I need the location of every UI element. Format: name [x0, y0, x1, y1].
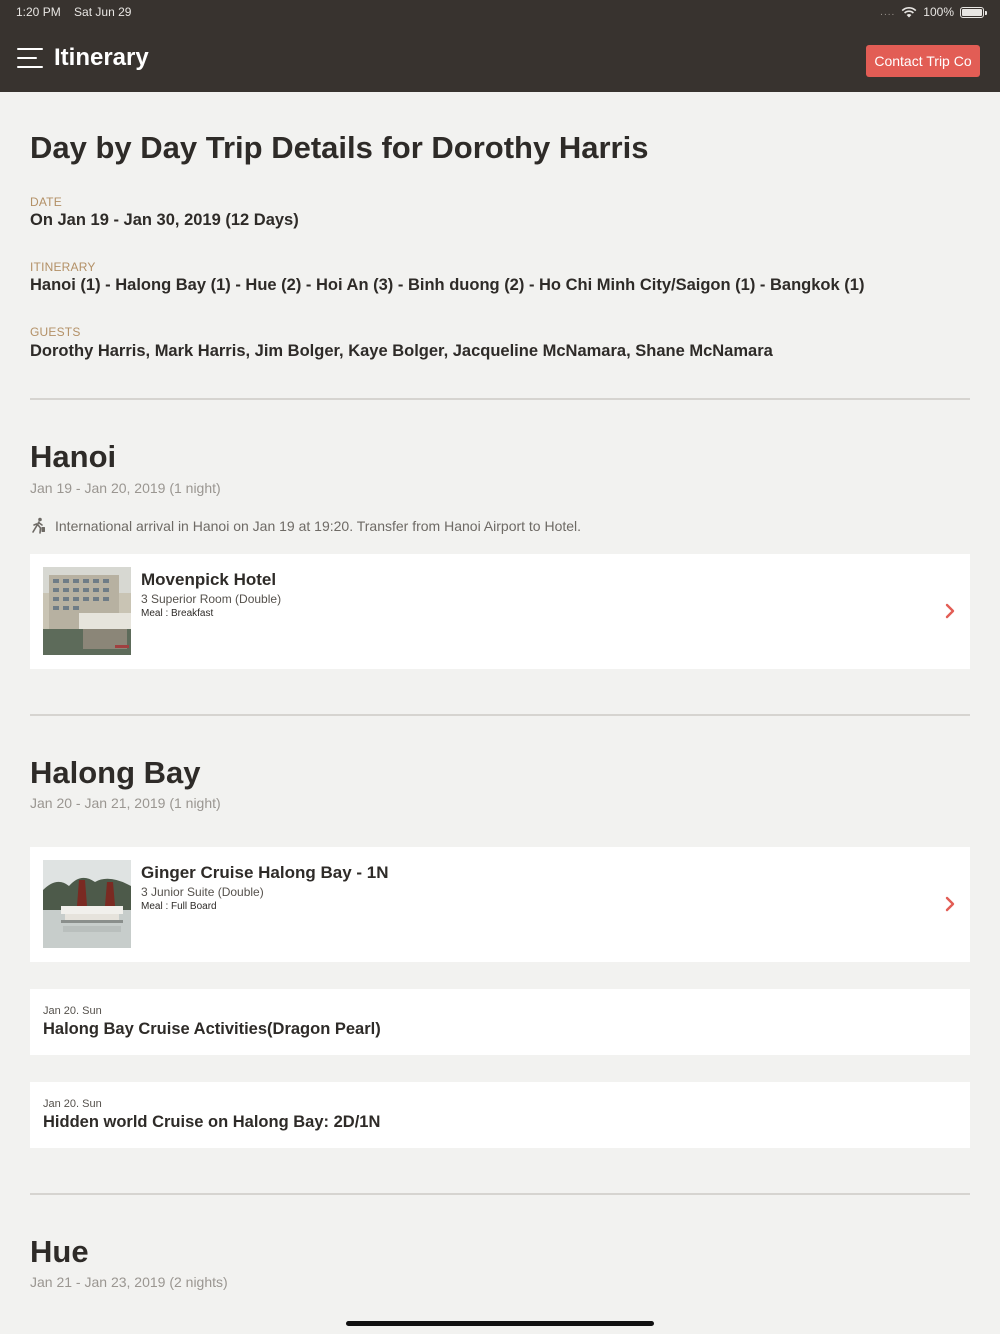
- activity-title: Halong Bay Cruise Activities(Dragon Pear…: [43, 1020, 381, 1038]
- walking-traveler-icon: [32, 517, 45, 534]
- hotel-name: Ginger Cruise Halong Bay - 1N: [141, 863, 389, 882]
- hotel-card-ginger-cruise[interactable]: Ginger Cruise Halong Bay - 1N 3 Junior S…: [30, 847, 970, 962]
- city-title-hanoi: Hanoi: [30, 439, 117, 474]
- activity-date: Jan 20. Sun: [43, 1098, 102, 1110]
- home-indicator[interactable]: [346, 1321, 654, 1326]
- hotel-name: Movenpick Hotel: [141, 570, 277, 589]
- city-dates-halong-bay: Jan 20 - Jan 21, 2019 (1 night): [30, 795, 221, 811]
- wifi-icon: [901, 6, 917, 18]
- hotel-card-movenpick[interactable]: Movenpick Hotel 3 Superior Room (Double)…: [30, 554, 970, 669]
- status-bar: 1:20 PM Sat Jun 29 .... 100%: [16, 5, 987, 21]
- status-time: 1:20 PM: [16, 5, 61, 19]
- date-label: DATE: [30, 195, 62, 209]
- page-title: Day by Day Trip Details for Dorothy Harr…: [30, 130, 649, 165]
- page-header-title: Itinerary: [54, 44, 149, 71]
- guests-value: Dorothy Harris, Mark Harris, Jim Bolger,…: [30, 342, 773, 360]
- arrival-text: International arrival in Hanoi on Jan 19…: [55, 517, 582, 534]
- battery-percent: 100%: [923, 5, 954, 19]
- hotel-photo: [43, 567, 131, 655]
- activity-date: Jan 20. Sun: [43, 1005, 102, 1017]
- arrival-note: International arrival in Hanoi on Jan 19…: [30, 517, 581, 534]
- status-date: Sat Jun 29: [74, 5, 132, 19]
- room-info: 3 Superior Room (Double): [141, 592, 282, 606]
- contact-trip-co-button[interactable]: Contact Trip Co: [866, 45, 980, 77]
- signal-indicator: ....: [880, 6, 896, 18]
- battery-fill: [962, 8, 982, 16]
- itinerary-label: ITINERARY: [30, 260, 96, 274]
- date-value: On Jan 19 - Jan 30, 2019 (12 Days): [30, 211, 299, 229]
- divider: [30, 398, 970, 400]
- divider: [30, 714, 970, 716]
- activity-card[interactable]: Jan 20. Sun Halong Bay Cruise Activities…: [30, 989, 970, 1055]
- cruise-photo: [43, 860, 131, 948]
- chevron-right-icon: [945, 896, 955, 912]
- meal-info: Meal : Full Board: [141, 901, 217, 912]
- city-dates-hanoi: Jan 19 - Jan 20, 2019 (1 night): [30, 480, 221, 496]
- meal-info: Meal : Breakfast: [141, 608, 214, 619]
- divider: [30, 1193, 970, 1195]
- activity-card[interactable]: Jan 20. Sun Hidden world Cruise on Halon…: [30, 1082, 970, 1148]
- menu-icon[interactable]: [17, 48, 43, 70]
- city-title-halong-bay: Halong Bay: [30, 755, 201, 790]
- top-bar: 1:20 PM Sat Jun 29 .... 100% Itinerary C…: [0, 0, 1000, 92]
- guests-label: GUESTS: [30, 325, 81, 339]
- city-title-hue: Hue: [30, 1234, 89, 1269]
- battery-icon: [960, 6, 987, 18]
- chevron-right-icon: [945, 603, 955, 619]
- city-dates-hue: Jan 21 - Jan 23, 2019 (2 nights): [30, 1274, 228, 1290]
- room-info: 3 Junior Suite (Double): [141, 885, 264, 899]
- activity-title: Hidden world Cruise on Halong Bay: 2D/1N: [43, 1113, 381, 1131]
- itinerary-value: Hanoi (1) - Halong Bay (1) - Hue (2) - H…: [30, 276, 865, 294]
